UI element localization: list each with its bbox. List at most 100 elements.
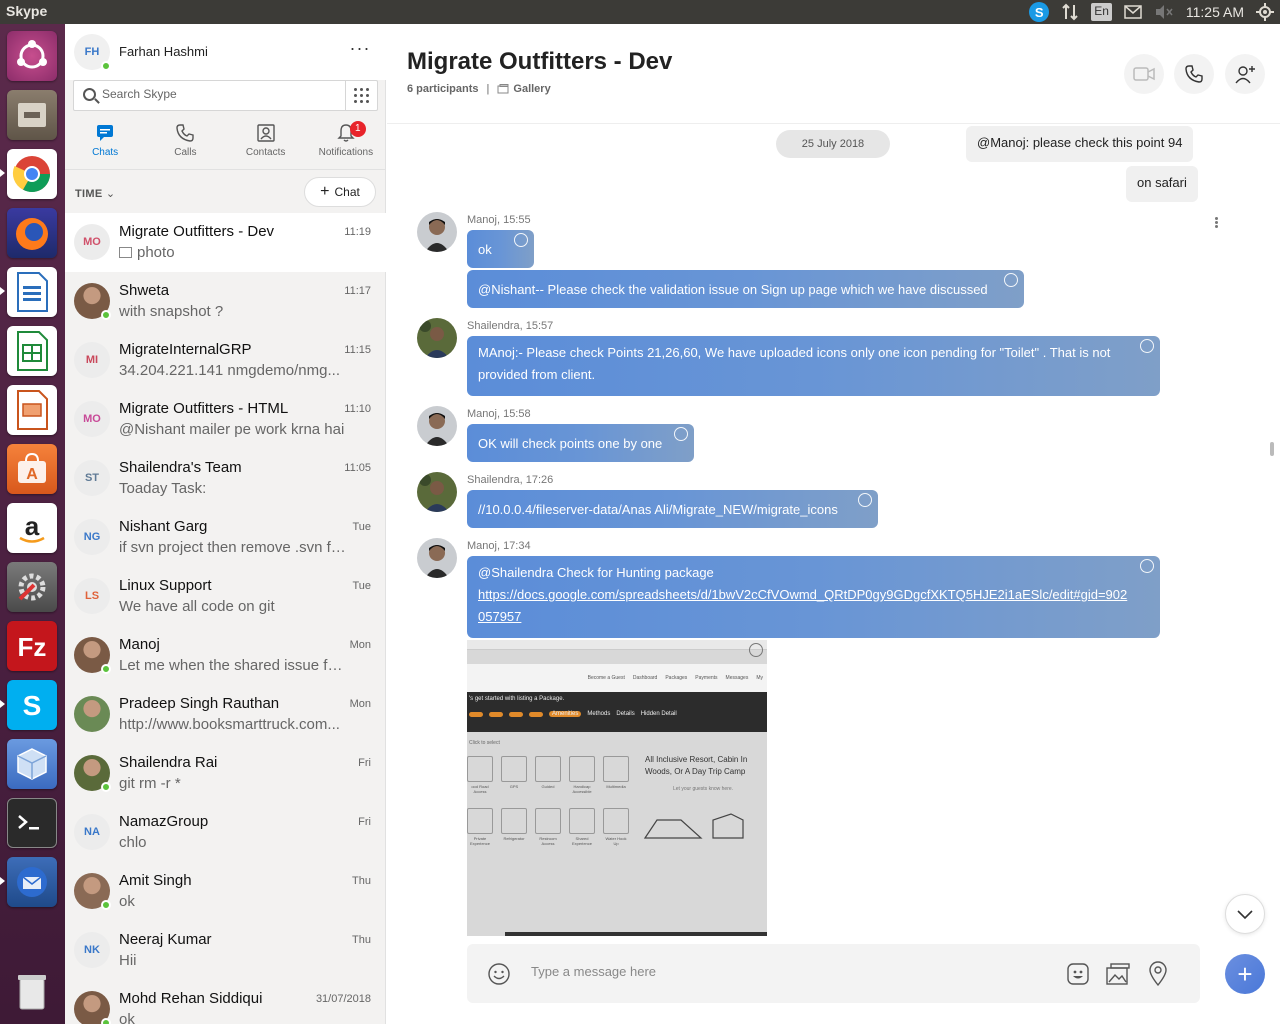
chat-list-item[interactable]: MI MigrateInternalGRP 34.204.221.141 nmgde… <box>65 331 386 390</box>
trash-icon[interactable] <box>7 966 57 1016</box>
settings-gear-icon[interactable] <box>1256 0 1274 24</box>
chrome-icon[interactable] <box>7 149 57 199</box>
software-center-icon[interactable]: A <box>7 444 57 494</box>
incoming-message[interactable]: @Shailendra Check for Hunting package ht… <box>467 556 1160 638</box>
chat-avatar[interactable]: LS <box>74 578 110 614</box>
chat-avatar[interactable] <box>74 991 111 1024</box>
emoji-icon[interactable] <box>487 962 511 986</box>
video-call-button[interactable] <box>1124 54 1164 94</box>
chat-list-item[interactable]: Pradeep Singh Rauthan http://www.booksmar… <box>65 685 386 744</box>
tab-chats[interactable]: Chats <box>65 114 145 166</box>
chat-avatar[interactable] <box>74 873 111 910</box>
more-options-button[interactable]: ··· <box>348 38 372 62</box>
clock[interactable]: 11:25 AM <box>1186 0 1244 24</box>
chat-list-item[interactable]: Mohd Rehan Siddiqui ok 31/07/2018 <box>65 980 386 1024</box>
libreoffice-calc-icon[interactable] <box>7 326 57 376</box>
message-options-button[interactable] <box>1213 216 1219 230</box>
chat-avatar[interactable] <box>74 696 110 732</box>
incoming-message[interactable]: @Nishant-- Please check the validation i… <box>467 270 1024 308</box>
avatar-shailendra[interactable] <box>417 472 457 512</box>
libreoffice-impress-icon[interactable] <box>7 385 57 435</box>
chat-avatar[interactable]: NA <box>74 814 110 850</box>
filezilla-icon[interactable]: Fz <box>7 621 57 671</box>
chat-avatar[interactable] <box>74 283 111 320</box>
message-input[interactable] <box>531 964 1031 979</box>
media-gallery-icon[interactable] <box>1105 962 1131 986</box>
mail-icon[interactable] <box>1124 0 1142 24</box>
message-meta: Manoj, 15:58 <box>467 408 531 420</box>
avatar-manoj[interactable] <box>417 538 457 578</box>
dialpad-button[interactable] <box>345 81 377 110</box>
thunderbird-icon[interactable] <box>7 857 57 907</box>
message-link[interactable]: https://docs.google.com/spreadsheets/d/1… <box>478 584 1149 628</box>
sort-dropdown[interactable]: TIME ⌄ <box>75 187 115 200</box>
chat-list-item[interactable]: MO Migrate Outfitters - Dev photo 11:19 <box>65 213 386 272</box>
chat-list-item[interactable]: LS Linux Support We have all code on git Tu… <box>65 567 386 626</box>
avatar-manoj[interactable] <box>417 406 457 446</box>
search-input[interactable] <box>102 87 332 101</box>
chat-avatar[interactable]: MO <box>74 401 110 437</box>
location-pin-icon[interactable] <box>1147 961 1169 987</box>
libreoffice-writer-icon[interactable] <box>7 267 57 317</box>
reaction-smiley-icon[interactable] <box>514 233 528 247</box>
add-participant-button[interactable] <box>1225 54 1265 94</box>
add-content-button[interactable]: + <box>1225 954 1265 994</box>
tab-calls[interactable]: Calls <box>145 114 225 166</box>
conversation-title[interactable]: Migrate Outfitters - Dev <box>407 48 672 76</box>
reaction-smiley-icon[interactable] <box>858 493 872 507</box>
chat-avatar[interactable]: MI <box>74 342 110 378</box>
network-icon[interactable] <box>1061 0 1079 24</box>
profile-avatar[interactable]: FH <box>74 34 111 71</box>
incoming-message[interactable]: OK will check points one by one <box>467 424 694 462</box>
chat-list-item[interactable]: ST Shailendra's Team Toaday Task: 11:05 <box>65 449 386 508</box>
reaction-smiley-icon[interactable] <box>1140 559 1154 573</box>
chat-avatar[interactable]: NG <box>74 519 110 555</box>
firefox-icon[interactable] <box>7 208 57 258</box>
new-chat-button[interactable]: + Chat <box>304 177 376 207</box>
terminal-icon[interactable] <box>7 798 57 848</box>
chat-list-item[interactable]: Shweta with snapshot ? 11:17 <box>65 272 386 331</box>
chat-list-item[interactable]: MO Migrate Outfitters - HTML @Nishant mail… <box>65 390 386 449</box>
incoming-message[interactable]: MAnoj:- Please check Points 21,26,60, We… <box>467 336 1160 396</box>
sticker-icon[interactable] <box>1066 962 1090 986</box>
outgoing-message[interactable]: on safari <box>1126 166 1198 202</box>
skype-launcher-icon[interactable]: S <box>7 680 57 730</box>
reaction-smiley-icon[interactable] <box>749 643 763 657</box>
reaction-smiley-icon[interactable] <box>1140 339 1154 353</box>
tab-contacts[interactable]: Contacts <box>226 114 306 166</box>
chat-list-item[interactable]: Manoj Let me when the shared issue for...… <box>65 626 386 685</box>
image-attachment[interactable]: Become a Guest Dashboard Packages Paymen… <box>467 640 767 936</box>
system-settings-icon[interactable] <box>7 562 57 612</box>
avatar-shailendra[interactable] <box>417 318 457 358</box>
participants-link[interactable]: 6 participants <box>407 83 479 95</box>
chat-list-item[interactable]: NG Nishant Garg if svn project then remove… <box>65 508 386 567</box>
keyboard-layout-indicator[interactable]: En <box>1091 0 1112 24</box>
chat-avatar[interactable] <box>74 637 111 674</box>
chat-list-item[interactable]: Amit Singh ok Thu <box>65 862 386 921</box>
avatar-manoj[interactable] <box>417 212 457 252</box>
chat-list-item[interactable]: Shailendra Rai git rm -r * Fri <box>65 744 386 803</box>
incoming-message[interactable]: ok <box>467 230 534 268</box>
profile-name[interactable]: Farhan Hashmi <box>119 44 208 59</box>
virtualbox-icon[interactable] <box>7 739 57 789</box>
volume-muted-icon[interactable] <box>1154 0 1174 24</box>
chat-list-item[interactable]: NA NamazGroup chlo Fri <box>65 803 386 862</box>
reaction-smiley-icon[interactable] <box>1004 273 1018 287</box>
scrollbar[interactable] <box>1270 442 1274 456</box>
skype-tray-icon[interactable]: S <box>1029 0 1050 24</box>
gallery-link[interactable]: Gallery <box>497 83 551 95</box>
outgoing-message[interactable]: @Manoj: please check this point 94 <box>966 126 1194 162</box>
chat-avatar[interactable]: MO <box>74 224 110 260</box>
reaction-smiley-icon[interactable] <box>674 427 688 441</box>
incoming-message[interactable]: //10.0.0.4/fileserver-data/Anas Ali/Migr… <box>467 490 878 528</box>
chat-avatar[interactable]: NK <box>74 932 110 968</box>
audio-call-button[interactable] <box>1174 54 1214 94</box>
chat-avatar[interactable]: ST <box>74 460 110 496</box>
files-icon[interactable] <box>7 90 57 140</box>
chat-avatar[interactable] <box>74 755 111 792</box>
chat-list-item[interactable]: NK Neeraj Kumar Hii Thu <box>65 921 386 980</box>
ubuntu-dash-icon[interactable] <box>7 31 57 81</box>
tab-notifications[interactable]: 1 Notifications <box>306 114 386 166</box>
scroll-to-bottom-button[interactable] <box>1225 894 1265 934</box>
amazon-icon[interactable]: a <box>7 503 57 553</box>
